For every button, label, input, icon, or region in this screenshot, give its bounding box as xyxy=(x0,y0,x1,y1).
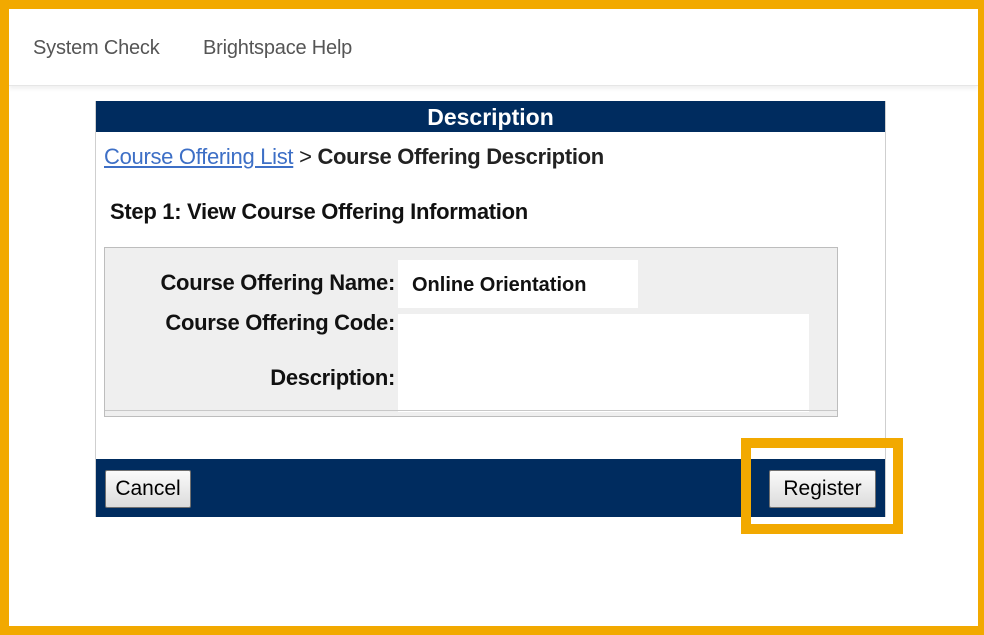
brightspace-help-link[interactable]: Brightspace Help xyxy=(203,37,352,60)
breadcrumb-separator: > xyxy=(299,144,312,169)
register-button[interactable]: Register xyxy=(769,470,876,508)
course-offering-code-value xyxy=(398,314,809,412)
info-box-divider xyxy=(105,410,837,411)
cancel-button[interactable]: Cancel xyxy=(105,470,191,508)
panel-header: Description xyxy=(96,101,885,132)
course-offering-name-label: Course Offering Name: xyxy=(160,270,395,295)
action-bar: Cancel Register xyxy=(96,459,885,517)
top-navigation-bar: System Check Brightspace Help xyxy=(9,9,978,86)
breadcrumb-current: Course Offering Description xyxy=(317,144,604,169)
description-panel: Description Course Offering List > Cours… xyxy=(95,101,886,517)
system-check-link[interactable]: System Check xyxy=(33,37,160,60)
course-info-box: Course Offering Name: Online Orientation… xyxy=(104,247,838,417)
description-label: Description: xyxy=(270,365,395,390)
breadcrumb: Course Offering List > Course Offering D… xyxy=(104,144,604,170)
course-offering-code-label: Course Offering Code: xyxy=(165,310,395,335)
step-title: Step 1: View Course Offering Information xyxy=(110,199,528,224)
course-offering-list-link[interactable]: Course Offering List xyxy=(104,144,294,169)
course-offering-name-value: Online Orientation xyxy=(398,260,638,308)
